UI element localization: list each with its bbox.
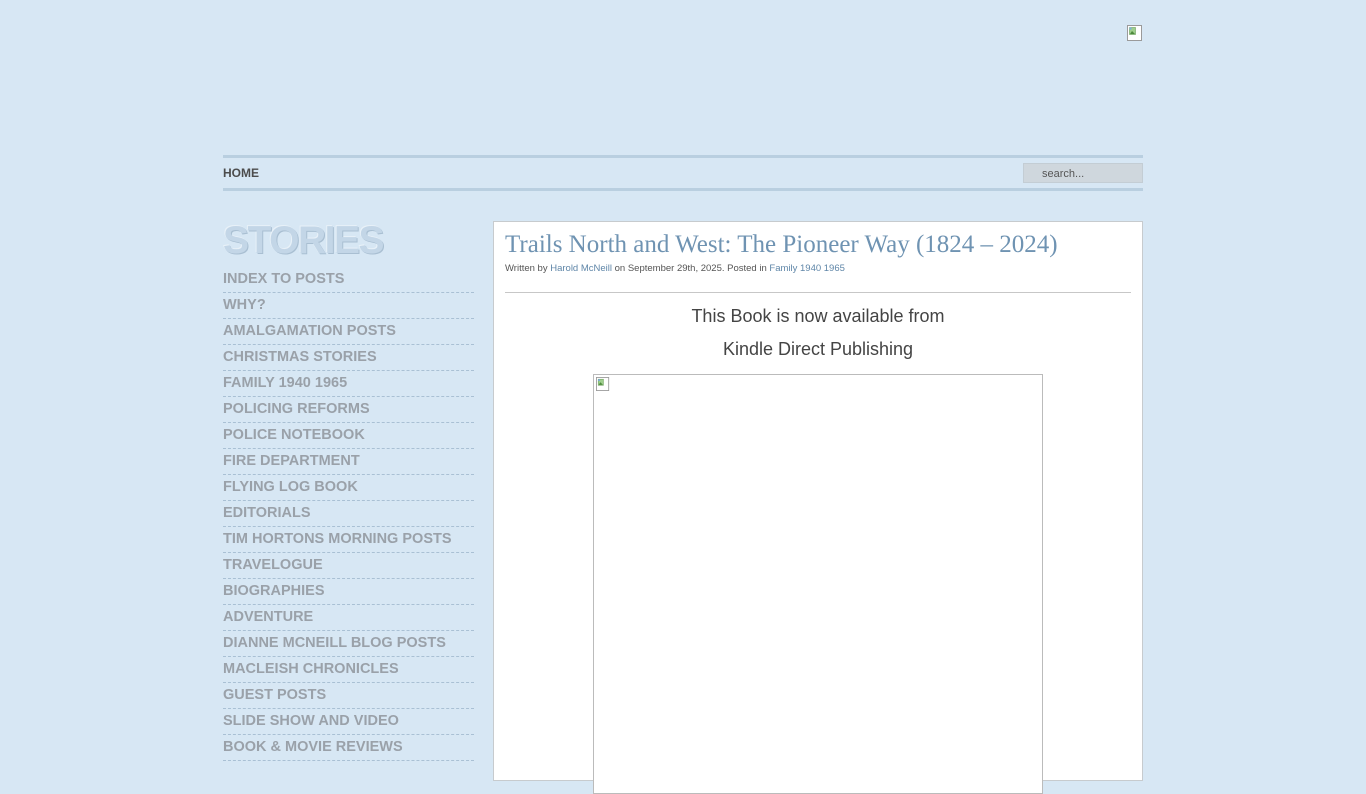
sidebar-item-dianne-mcneill-blog-posts[interactable]: DIANNE MCNEILL BLOG POSTS [223,631,474,657]
sidebar-item-policing-reforms[interactable]: POLICING REFORMS [223,397,474,423]
post-title[interactable]: Trails North and West: The Pioneer Way (… [505,231,1058,259]
post-article: Trails North and West: The Pioneer Way (… [493,221,1143,794]
sidebar-item-tim-hortons-morning-posts[interactable]: TIM HORTONS MORNING POSTS [223,527,474,553]
sidebar-item-guest-posts[interactable]: GUEST POSTS [223,683,474,709]
search-input[interactable] [1023,163,1143,183]
broken-image-icon [596,377,610,391]
sidebar-item-family-1940-1965[interactable]: FAMILY 1940 1965 [223,371,474,397]
header-broken-image-icon [1127,25,1143,41]
sidebar-item-biographies[interactable]: BIOGRAPHIES [223,579,474,605]
nav-home-link[interactable]: HOME [223,166,259,180]
post-category-link[interactable]: Family 1940 1965 [769,263,845,274]
post-author-link[interactable]: Harold McNeill [550,263,612,274]
sidebar-item-police-notebook[interactable]: POLICE NOTEBOOK [223,423,474,449]
post-publisher-text: Kindle Direct Publishing [722,339,914,359]
sidebar-category-list: INDEX TO POSTS WHY? AMALGAMATION POSTS C… [223,267,474,761]
sidebar-item-christmas-stories[interactable]: CHRISTMAS STORIES [223,345,474,371]
post-divider [505,292,1131,293]
sidebar-item-amalgamation-posts[interactable]: AMALGAMATION POSTS [223,319,474,345]
sidebar-item-why[interactable]: WHY? [223,293,474,319]
post-meta-prefix: Written by [505,263,551,274]
sidebar-title: STORIES [223,219,385,262]
post-book-image[interactable] [593,374,1043,794]
sidebar-item-flying-log-book[interactable]: FLYING LOG BOOK [223,475,474,501]
sidebar-item-book-movie-reviews[interactable]: BOOK & MOVIE REVIEWS [223,735,474,761]
sidebar-item-macleish-chronicles[interactable]: MACLEISH CHRONICLES [223,657,474,683]
sidebar: STORIES INDEX TO POSTS WHY? AMALGAMATION… [223,220,474,761]
sidebar-item-editorials[interactable]: EDITORIALS [223,501,474,527]
sidebar-item-travelogue[interactable]: TRAVELOGUE [223,553,474,579]
sidebar-item-slide-show-and-video[interactable]: SLIDE SHOW AND VIDEO [223,709,474,735]
sidebar-item-index-to-posts[interactable]: INDEX TO POSTS [223,267,474,293]
post-meta: Written by Harold McNeill on September 2… [505,263,845,274]
post-meta-date: on September 29th, 2025. Posted in [612,263,770,274]
top-nav-bar: HOME [223,155,1143,191]
sidebar-item-fire-department[interactable]: FIRE DEPARTMENT [223,449,474,475]
sidebar-item-adventure[interactable]: ADVENTURE [223,605,474,631]
post-availability-text: This Book is now available from [691,306,945,326]
